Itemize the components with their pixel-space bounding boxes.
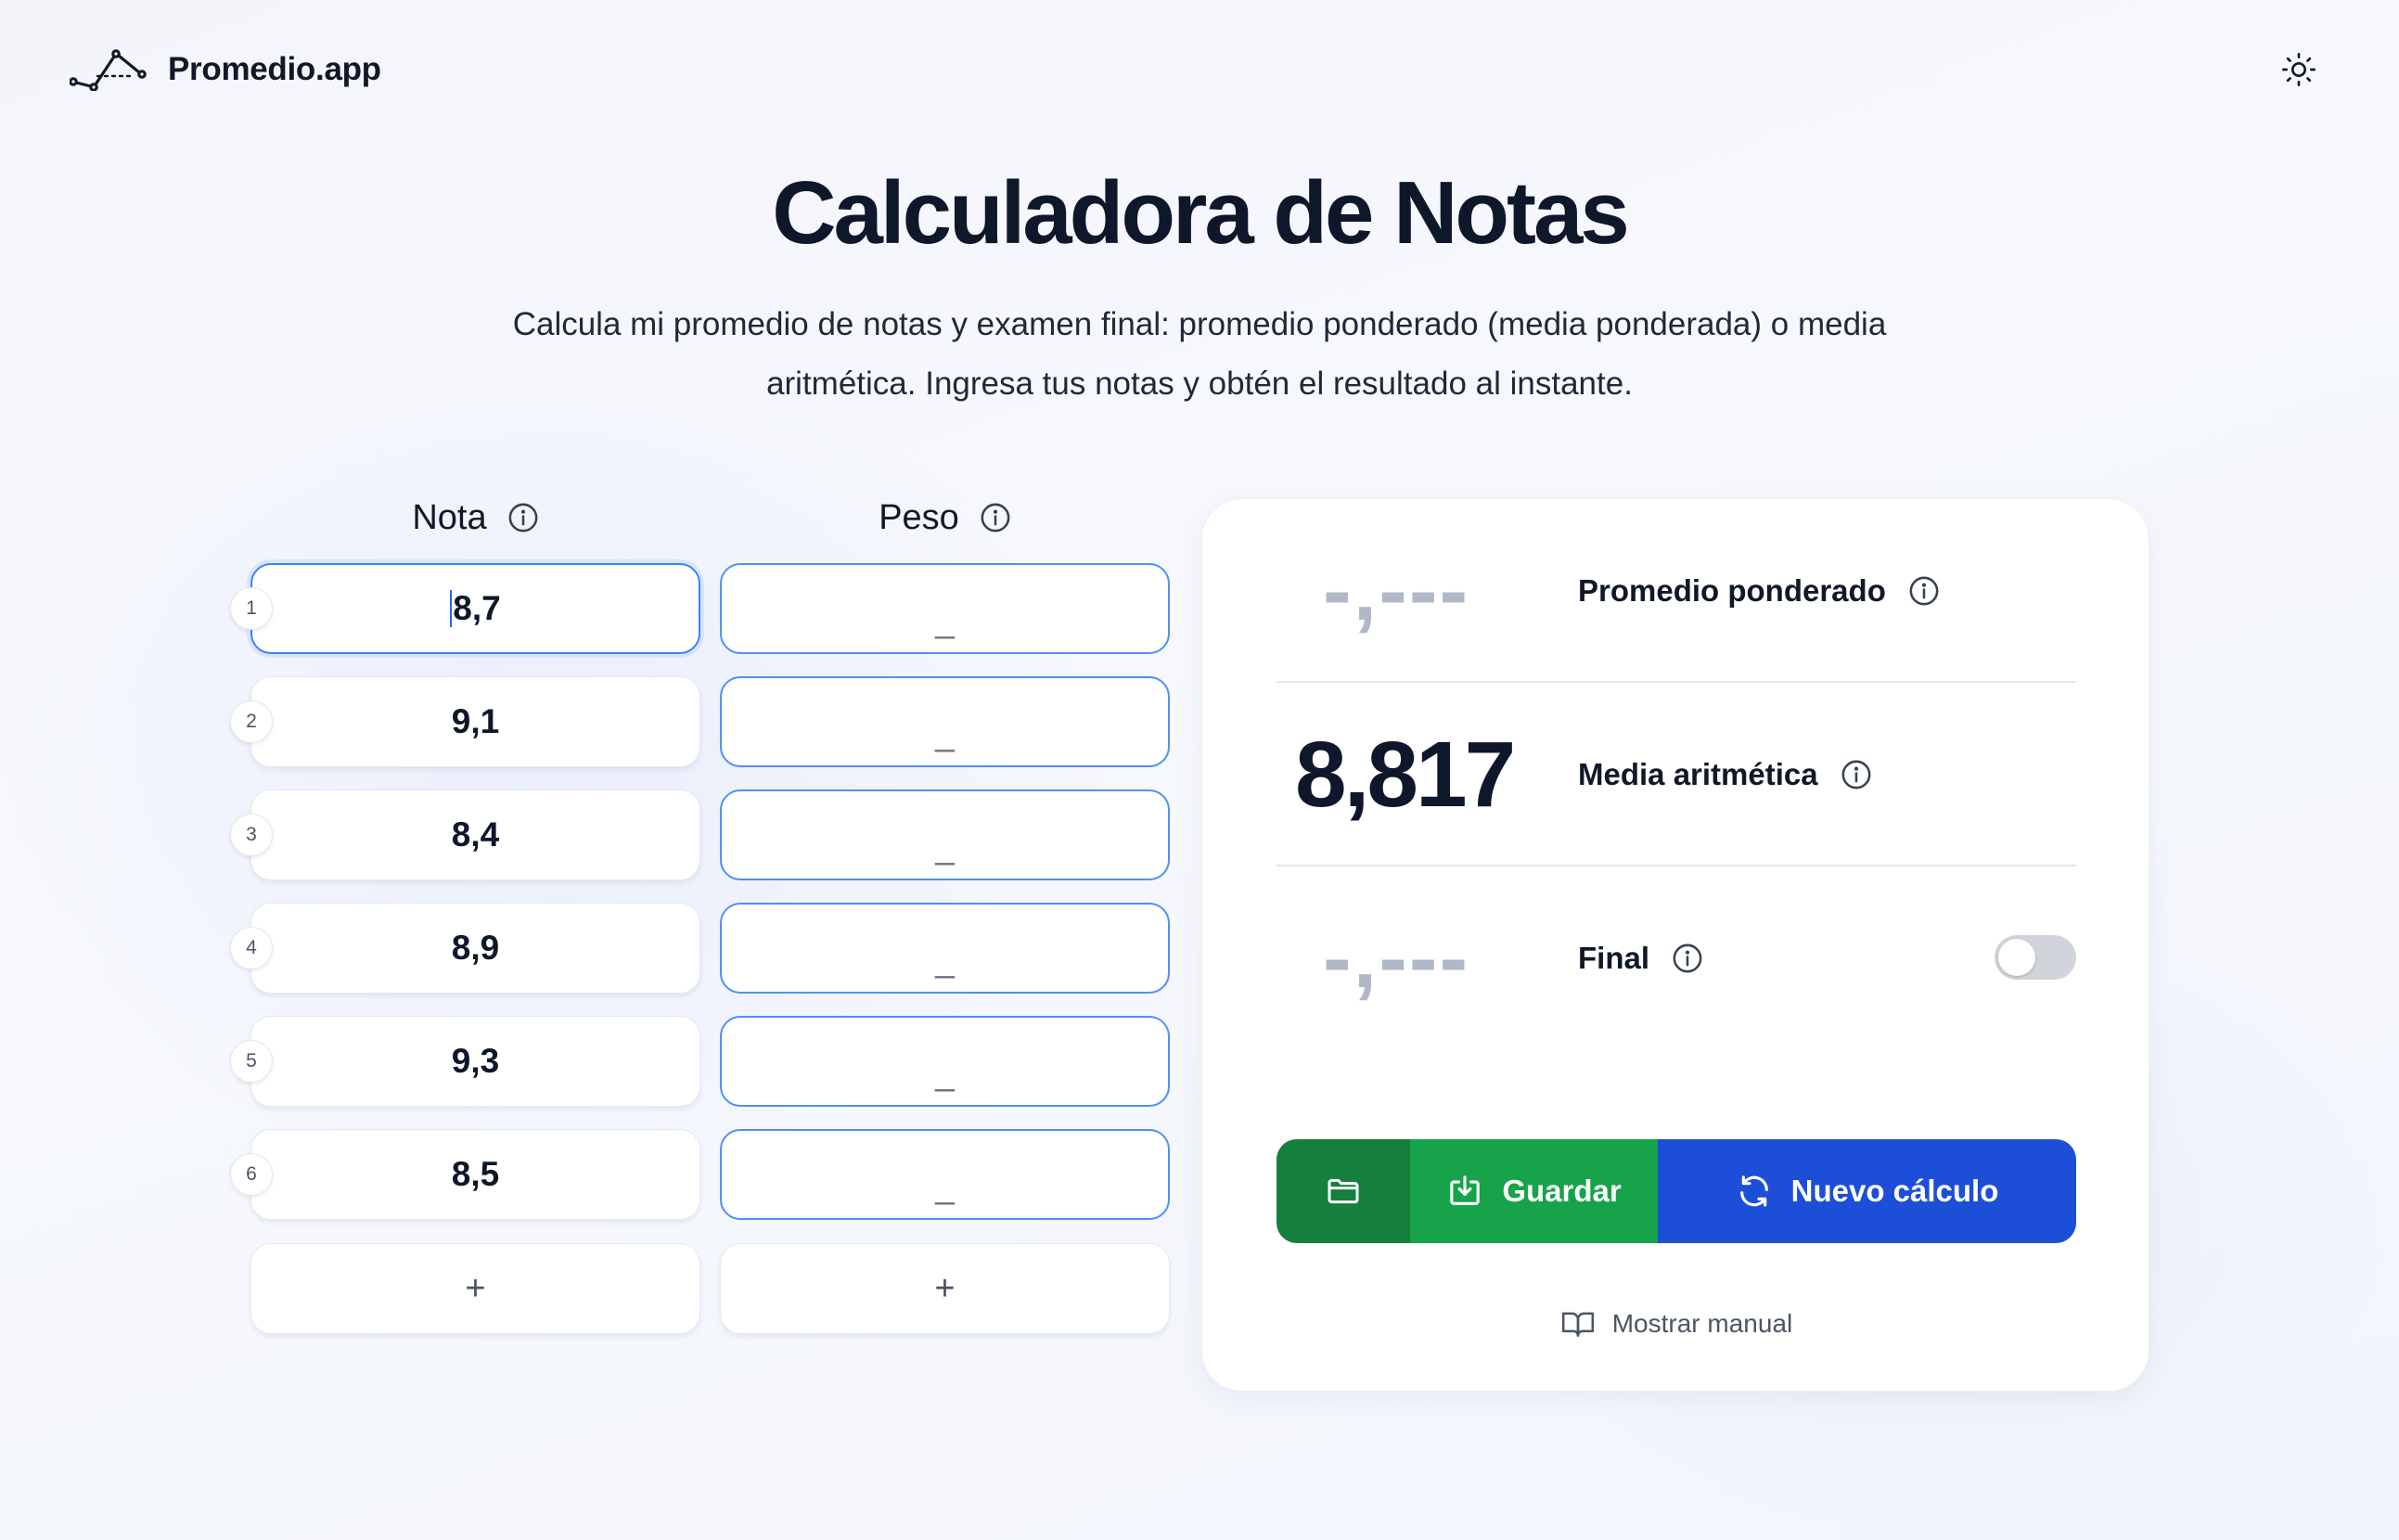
info-icon[interactable] [980,502,1011,533]
result-aritmetica: 8,817 Media aritmética [1276,683,2076,866]
result-ponderado: -,--- Promedio ponderado [1276,499,2076,683]
peso-input[interactable]: _ [720,1129,1170,1220]
sun-icon [2282,53,2316,86]
chart-line-icon [70,49,147,91]
action-bar: Guardar Nuevo cálculo [1276,1139,2076,1243]
table-row: 8,9 4 _ [0,903,1206,994]
brand-logo[interactable]: Promedio.app [70,48,381,91]
open-folder-button[interactable] [1276,1139,1410,1243]
nota-input[interactable]: 8,4 [250,789,700,880]
table-row: 8,5 6 _ [0,1129,1206,1220]
download-icon [1450,1175,1481,1205]
row-index: 5 [230,1040,273,1083]
info-icon[interactable] [507,502,539,533]
row-index: 6 [230,1153,273,1196]
row-index: 3 [230,814,273,856]
manual-label: Mostrar manual [1611,1309,1793,1338]
refresh-icon [1739,1175,1768,1207]
new-label: Nuevo cálculo [1790,1174,1999,1208]
peso-input[interactable]: _ [720,563,1170,654]
theme-toggle-button[interactable] [2277,48,2320,91]
ponderado-label: Promedio ponderado [1578,573,1886,608]
peso-input[interactable]: _ [720,903,1170,994]
add-peso-button[interactable]: + [720,1243,1170,1334]
info-icon[interactable] [1672,943,1703,974]
final-label-group: Final [1578,866,1703,1050]
book-icon [1561,1312,1594,1337]
result-final: -,--- Final [1276,866,2076,1050]
add-nota-button[interactable]: + [250,1243,700,1334]
page-title: Calculadora de Notas [772,163,1630,263]
aritmetica-value: 8,817 [1295,722,1516,827]
row-index: 2 [230,700,273,743]
table-row: 8,7 1 _ [0,563,1206,654]
save-label: Guardar [1502,1174,1622,1208]
peso-input[interactable]: _ [720,1016,1170,1107]
new-calculation-button[interactable]: Nuevo cálculo [1658,1139,2076,1243]
nota-input[interactable]: 8,5 [250,1129,700,1220]
folder-icon [1328,1178,1359,1204]
final-toggle[interactable] [1995,935,2076,980]
final-label: Final [1578,941,1650,975]
brand-name: Promedio.app [168,51,381,87]
row-index: 4 [230,927,273,969]
nota-input[interactable]: 8,9 [250,903,700,994]
row-index: 1 [230,587,273,630]
results-card: -,--- Promedio ponderado 8,817 Media ari… [1201,498,2149,1392]
nota-column-header: Nota [250,492,700,544]
save-button[interactable]: Guardar [1410,1139,1658,1243]
peso-header-label: Peso [879,497,959,537]
nota-input[interactable]: 8,7 [250,563,700,654]
nota-header-label: Nota [412,497,487,537]
page-subtitle: Calcula mi promedio de notas y examen fi… [512,306,1887,402]
ponderado-label-group: Promedio ponderado [1578,499,1940,683]
toggle-knob [1998,939,2035,976]
aritmetica-label-group: Media aritmética [1578,683,1872,866]
info-icon[interactable] [1908,575,1940,607]
peso-column-header: Peso [720,492,1170,544]
table-row: 9,1 2 _ [0,676,1206,767]
table-row: 9,3 5 _ [0,1016,1206,1107]
top-header: Promedio.app [0,0,2399,139]
nota-input[interactable]: 9,1 [250,676,700,767]
peso-input[interactable]: _ [720,789,1170,880]
final-value: -,--- [1323,910,1470,1006]
table-row: 8,4 3 _ [0,789,1206,880]
nota-input[interactable]: 9,3 [250,1016,700,1107]
aritmetica-label: Media aritmética [1578,757,1818,791]
info-icon[interactable] [1841,759,1872,790]
peso-input[interactable]: _ [720,676,1170,767]
ponderado-value: -,--- [1323,543,1470,638]
show-manual-link[interactable]: Mostrar manual [1202,1306,2150,1341]
